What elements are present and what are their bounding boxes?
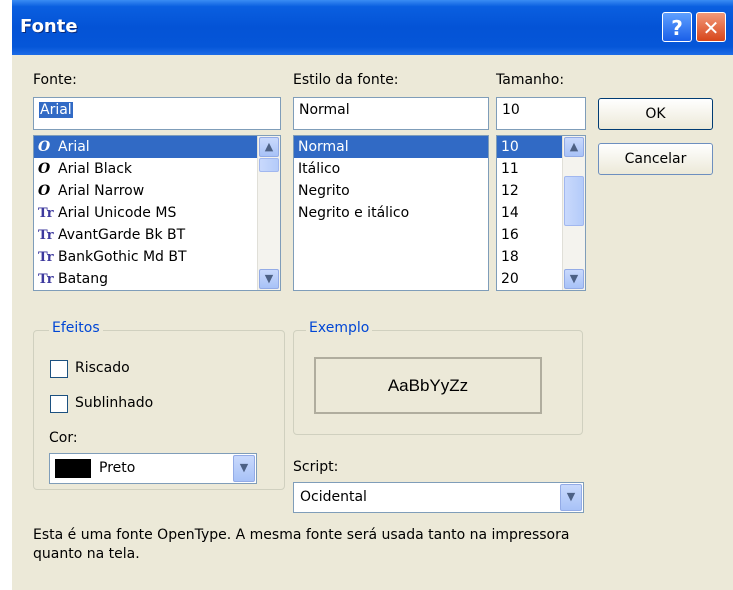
scroll-thumb[interactable] [259, 158, 279, 172]
style-input[interactable]: Normal [293, 97, 489, 130]
underline-checkbox[interactable] [50, 395, 68, 413]
truetype-icon: Tr [38, 250, 54, 265]
strikeout-checkbox[interactable] [50, 360, 68, 378]
font-list-scrollbar[interactable]: ▲ ▼ [257, 136, 280, 290]
font-list-item[interactable]: O Arial Black [34, 158, 258, 180]
font-list-item-label: BankGothic Md BT [58, 249, 187, 265]
font-list-item[interactable]: Tr Arial Unicode MS [34, 202, 258, 224]
style-label: Estilo da fonte: [293, 72, 399, 88]
scroll-down-arrow-icon[interactable]: ▼ [259, 269, 279, 289]
truetype-icon: Tr [38, 228, 54, 243]
font-list-item-label: Arial Unicode MS [58, 205, 177, 221]
size-list-item[interactable]: 10 [497, 136, 563, 158]
size-label: Tamanho: [496, 72, 565, 88]
chevron-down-icon[interactable]: ▼ [233, 455, 255, 482]
font-list-item[interactable]: O Arial Narrow [34, 180, 258, 202]
opentype-icon: O [38, 139, 51, 155]
strikeout-label: Riscado [75, 360, 130, 376]
color-select[interactable]: Preto ▼ [49, 453, 257, 484]
size-list-item[interactable]: 16 [497, 224, 563, 246]
scroll-up-arrow-icon[interactable]: ▲ [259, 137, 279, 157]
chevron-down-icon[interactable]: ▼ [560, 484, 582, 511]
close-button[interactable]: ✕ [696, 12, 726, 42]
window-title: Fonte [20, 16, 78, 37]
opentype-icon: O [38, 183, 51, 199]
font-list-item[interactable]: Tr BankGothic Md BT [34, 246, 258, 268]
size-list-item[interactable]: 11 [497, 158, 563, 180]
size-list-scrollbar[interactable]: ▲ ▼ [562, 136, 585, 290]
font-list-item-label: Arial Black [58, 161, 133, 177]
truetype-icon: Tr [38, 272, 54, 287]
cancel-button[interactable]: Cancelar [598, 143, 713, 175]
size-list[interactable]: 10 11 12 14 16 18 20 ▲ ▼ [496, 135, 586, 291]
font-list-item-label: Batang [58, 271, 109, 287]
color-swatch [55, 459, 91, 478]
font-list-item[interactable]: O Arial [34, 136, 258, 158]
font-name-input[interactable]: Arial [33, 97, 281, 130]
size-list-item[interactable]: 20 [497, 268, 563, 290]
size-input[interactable]: 10 [496, 97, 586, 130]
size-list-item[interactable]: 18 [497, 246, 563, 268]
font-list-item-label: Arial Narrow [58, 183, 145, 199]
size-list-item[interactable]: 14 [497, 202, 563, 224]
opentype-icon: O [38, 161, 51, 177]
font-label: Fonte: [33, 72, 77, 88]
style-list-item[interactable]: Negrito [294, 180, 488, 202]
font-list[interactable]: O Arial O Arial Black O Arial Narrow Tr Arial U… [33, 135, 281, 291]
ok-button[interactable]: OK [598, 98, 713, 130]
font-list-item[interactable]: Tr AvantGarde Bk BT [34, 224, 258, 246]
help-button[interactable]: ? [662, 12, 692, 42]
font-list-item[interactable]: Tr Batang [34, 268, 258, 290]
color-label: Cor: [49, 430, 78, 446]
color-value: Preto [99, 460, 136, 476]
style-list[interactable]: Normal Itálico Negrito Negrito e itálico [293, 135, 489, 291]
script-label: Script: [293, 459, 339, 475]
font-dialog: Fonte ? ✕ Fonte: Arial O Arial O Arial Blac… [12, 0, 733, 590]
script-value: Ocidental [300, 489, 367, 505]
underline-label: Sublinhado [75, 395, 154, 411]
font-list-item-label: Arial [58, 139, 90, 155]
truetype-icon: Tr [38, 206, 54, 221]
title-bar: Fonte ? ✕ [12, 0, 733, 55]
sample-legend: Exemplo [306, 320, 373, 336]
scroll-down-arrow-icon[interactable]: ▼ [564, 269, 584, 289]
effects-legend: Efeitos [49, 320, 103, 336]
style-list-item[interactable]: Normal [294, 136, 488, 158]
style-list-item[interactable]: Negrito e itálico [294, 202, 488, 224]
script-select[interactable]: Ocidental ▼ [293, 482, 584, 513]
scroll-thumb[interactable] [564, 176, 584, 226]
font-description: Esta é uma fonte OpenType. A mesma fonte… [33, 527, 570, 562]
sample-preview: AaBbYyZz [314, 357, 542, 414]
style-list-item[interactable]: Itálico [294, 158, 488, 180]
font-list-item-label: AvantGarde Bk BT [58, 227, 186, 243]
font-name-value: Arial [39, 102, 73, 118]
scroll-up-arrow-icon[interactable]: ▲ [564, 137, 584, 157]
size-list-item[interactable]: 12 [497, 180, 563, 202]
